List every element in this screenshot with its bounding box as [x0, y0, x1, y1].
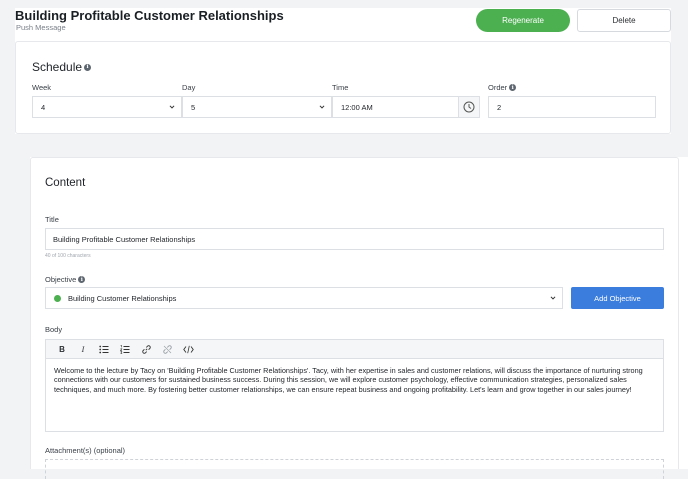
- objective-label-group: Objective i: [45, 275, 86, 284]
- delete-button[interactable]: Delete: [577, 9, 671, 32]
- info-icon[interactable]: i: [509, 84, 517, 91]
- unlink-button[interactable]: [157, 341, 177, 357]
- background-band-top: [0, 0, 688, 8]
- time-input[interactable]: 12:00 AM: [332, 96, 459, 118]
- day-label: Day: [182, 83, 196, 92]
- objective-label: Objective: [45, 275, 77, 284]
- numbered-list-icon: [120, 344, 130, 354]
- week-label: Week: [32, 83, 52, 92]
- order-label-group: Order i: [488, 83, 517, 92]
- content-card: Content Title Building Profitable Custom…: [30, 157, 679, 479]
- background-band-lower-left: [0, 157, 30, 469]
- page-subtitle: Push Message: [16, 23, 66, 32]
- chevron-down-icon: [169, 105, 175, 109]
- day-select[interactable]: 5: [182, 96, 332, 118]
- body-label: Body: [45, 325, 63, 334]
- schedule-title: Schedule: [32, 60, 83, 74]
- title-input[interactable]: Building Profitable Customer Relationshi…: [45, 228, 664, 250]
- order-input[interactable]: 2: [488, 96, 656, 118]
- objective-select[interactable]: Building Customer Relationships: [45, 287, 563, 309]
- body-editor: B I Welcome to the lecture by Tacy on 'B…: [45, 339, 664, 432]
- link-button[interactable]: [136, 341, 156, 357]
- background-band-middle: [0, 134, 688, 157]
- unlink-icon: [162, 344, 172, 354]
- page-title: Building Profitable Customer Relationshi…: [15, 8, 284, 23]
- schedule-card: Schedule i Week 4 Day 5 Time 12:00 AM Or…: [15, 41, 671, 134]
- italic-button[interactable]: I: [73, 341, 93, 357]
- week-value: 4: [41, 102, 46, 112]
- bullet-list-button[interactable]: [94, 341, 114, 357]
- info-icon[interactable]: i: [78, 276, 86, 283]
- attachments-label: Attachment(s) (optional): [45, 446, 126, 455]
- regenerate-button[interactable]: Regenerate: [476, 9, 570, 32]
- title-label: Title: [45, 215, 59, 224]
- chevron-down-icon: [550, 296, 556, 300]
- info-icon[interactable]: i: [84, 63, 92, 71]
- order-label: Order: [488, 83, 508, 92]
- order-value: 2: [497, 102, 502, 112]
- body-text[interactable]: Welcome to the lecture by Tacy on 'Build…: [46, 359, 663, 401]
- time-picker-button[interactable]: [459, 96, 480, 118]
- time-value: 12:00 AM: [341, 102, 373, 112]
- bullet-list-icon: [99, 345, 109, 353]
- clock-icon: [463, 101, 475, 113]
- chevron-down-icon: [319, 105, 325, 109]
- week-select[interactable]: 4: [32, 96, 182, 118]
- day-value: 5: [191, 102, 196, 112]
- code-button[interactable]: [178, 341, 198, 357]
- background-band-right: [671, 8, 688, 144]
- editor-toolbar: B I: [46, 340, 663, 359]
- content-heading: Content: [45, 177, 86, 189]
- status-dot: [54, 294, 61, 302]
- numbered-list-button[interactable]: [115, 341, 135, 357]
- code-icon: [182, 345, 194, 353]
- link-icon: [141, 344, 151, 354]
- background-band-left: [0, 8, 15, 144]
- attachment-dropzone[interactable]: [45, 459, 664, 479]
- schedule-heading: Schedule i: [32, 60, 92, 74]
- title-char-count: 40 of 100 characters: [45, 253, 91, 259]
- title-value: Building Profitable Customer Relationshi…: [53, 234, 196, 244]
- add-objective-button[interactable]: Add Objective: [571, 287, 664, 309]
- bold-button[interactable]: B: [52, 341, 72, 357]
- objective-value: Building Customer Relationships: [68, 293, 177, 303]
- time-label: Time: [332, 83, 349, 92]
